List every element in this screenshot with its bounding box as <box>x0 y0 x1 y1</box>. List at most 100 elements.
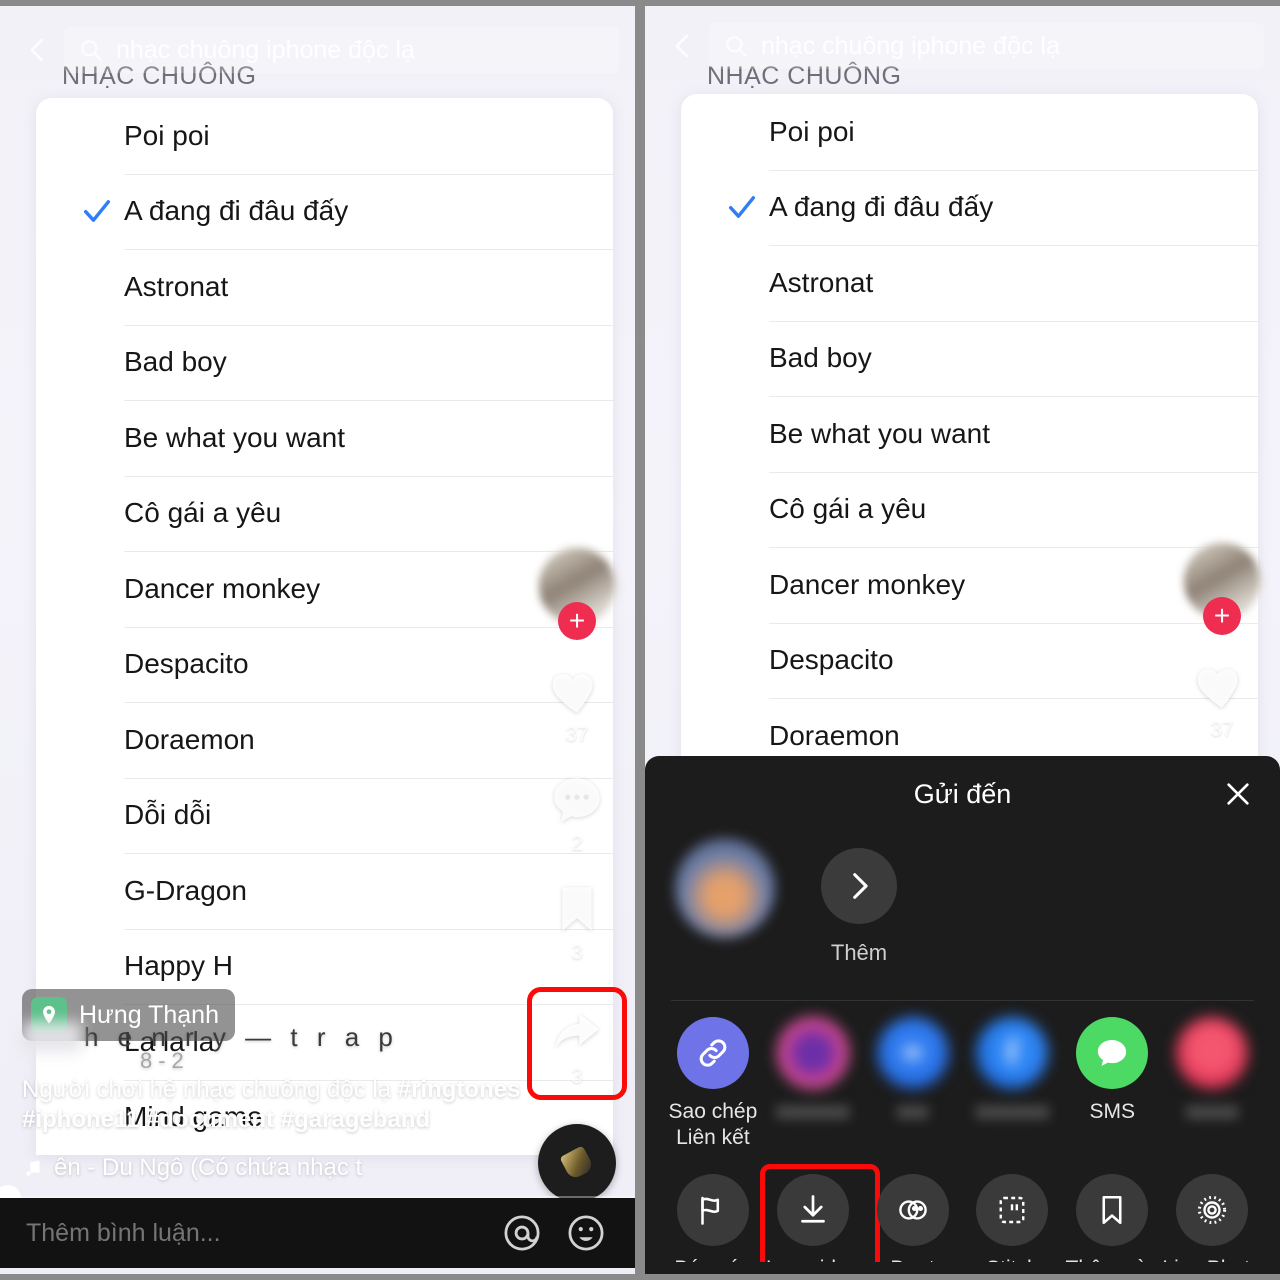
back-button[interactable] <box>661 24 705 68</box>
ringtone-row[interactable]: Poi poi <box>36 98 613 174</box>
video-caption-block: xxxxh e n r y — t r a p 8-2 Người chơi h… <box>22 1021 542 1182</box>
sms-icon <box>1076 1017 1149 1089</box>
ringtone-row[interactable]: Be what you want <box>681 396 1258 472</box>
author-avatar-wrapper[interactable]: + <box>1182 541 1262 635</box>
share-app-sms[interactable]: SMS <box>1062 1017 1162 1152</box>
ringtone-row[interactable]: Dỗi dỗi <box>36 777 613 854</box>
comment-icon <box>546 769 608 831</box>
share-apps-row: Sao chép Liên kết xxxxxxx ✉ xxx f xxxxxx… <box>645 1001 1280 1152</box>
mention-icon[interactable] <box>499 1210 545 1256</box>
ringtone-row[interactable]: A đang đi đâu đấy <box>681 169 1258 246</box>
ringtone-row[interactable]: Bad boy <box>36 324 613 401</box>
ringtone-label: Astronat <box>769 266 874 298</box>
share-actions-row: Báo cáo Lưu video Duet <box>645 1152 1280 1274</box>
ringtone-row[interactable]: Astronat <box>36 249 613 325</box>
ringtone-label: Cô gái a yêu <box>124 497 282 529</box>
emoji-icon[interactable] <box>563 1210 609 1256</box>
action-stitch[interactable]: Stitch <box>962 1173 1062 1274</box>
ringtone-row[interactable]: Cô gái a yêu <box>681 471 1258 548</box>
comment-count: 2 <box>571 832 583 855</box>
share-button[interactable]: 3 <box>527 987 627 1100</box>
author-username[interactable]: xxxxh e n r y — t r a p 8-2 <box>22 1021 542 1073</box>
like-button[interactable]: 37 <box>546 660 608 747</box>
ringtone-row[interactable]: Astronat <box>681 245 1258 321</box>
action-save-video[interactable]: Lưu video <box>759 1163 880 1274</box>
ringtone-row[interactable]: Despacito <box>681 622 1258 699</box>
label-line-2: Liên kết <box>676 1126 750 1150</box>
action-live-photo[interactable]: Live Photo <box>1162 1173 1262 1274</box>
comment-button[interactable]: 2 <box>546 769 608 856</box>
follow-plus-icon[interactable]: + <box>558 602 596 640</box>
back-button[interactable] <box>16 28 60 72</box>
screenshot-stage: NHẠC CHUÔNG Poi poi A đang đi đâu đấy As… <box>0 0 1280 1280</box>
ringtone-row[interactable]: Dancer monkey <box>36 551 613 627</box>
like-button[interactable]: 37 <box>1191 655 1253 742</box>
more-friends-label: Thêm <box>830 940 888 965</box>
share-sheet-title: Gửi đến <box>913 778 1012 809</box>
search-icon <box>78 37 104 63</box>
follow-plus-icon[interactable]: + <box>1203 597 1241 635</box>
caption-line-2[interactable]: #iphone11 #document #garageband <box>22 1106 430 1133</box>
ringtone-label: Dancer monkey <box>769 568 966 600</box>
share-sheet: Gửi đến Thêm Sao chép Liên kết xxxxxxx ✉… <box>645 756 1280 1274</box>
search-bar[interactable]: nhạc chuông iphone độc lạ <box>709 23 1264 69</box>
ringtone-list-right[interactable]: Poi poi A đang đi đâu đấy Astronat Bad b… <box>681 94 1258 774</box>
close-icon[interactable] <box>1218 774 1258 814</box>
comment-input[interactable] <box>26 1218 481 1248</box>
share-app-label: xxxxxxx <box>775 1100 850 1123</box>
sheet-bottom-strip <box>645 1262 1280 1274</box>
like-count: 37 <box>1210 718 1234 741</box>
instagram-icon <box>776 1017 849 1089</box>
ringtone-row[interactable]: Doraemon <box>36 702 613 778</box>
share-app-label: xxxxxxx <box>975 1100 1050 1123</box>
download-icon <box>776 1173 849 1246</box>
stitch-icon <box>976 1173 1049 1246</box>
share-app-label: xxxxx <box>1185 1100 1239 1123</box>
music-disc-icon[interactable] <box>538 1124 616 1202</box>
more-friends-button[interactable]: Thêm <box>805 838 913 965</box>
music-credit[interactable]: ên - Du Ngô (Có chứa nhạc t <box>22 1154 542 1182</box>
ringtone-row[interactable]: Dancer monkey <box>681 547 1258 623</box>
share-app-messenger[interactable]: ✉ xxx <box>863 1017 963 1152</box>
ringtone-row[interactable]: A đang đi đâu đấy <box>36 173 613 250</box>
ringtone-row[interactable]: Despacito <box>36 626 613 703</box>
check-icon <box>725 190 759 224</box>
share-arrow-icon <box>546 1002 608 1064</box>
video-action-rail: + 37 <box>1180 541 1264 764</box>
ringtone-label: Astronat <box>124 270 229 302</box>
friend-avatar[interactable] <box>675 838 775 938</box>
ringtone-row[interactable]: Cô gái a yêu <box>36 475 613 552</box>
ringtone-row[interactable]: Bad boy <box>681 320 1258 397</box>
ringtone-label: Be what you want <box>769 417 991 449</box>
post-date: 8-2 <box>140 1047 190 1073</box>
ringtone-label: Poi poi <box>124 119 210 151</box>
search-input[interactable]: nhạc chuông iphone độc lạ <box>761 32 1060 61</box>
ringtone-row[interactable]: Be what you want <box>36 400 613 476</box>
duet-icon <box>876 1173 949 1246</box>
share-app-facebook[interactable]: f xxxxxxx <box>962 1017 1062 1152</box>
ringtone-row[interactable]: G-Dragon <box>36 853 613 929</box>
chevron-right-icon[interactable] <box>821 848 897 924</box>
ringtone-label: Happy H <box>124 950 233 982</box>
caption-hashtag-1[interactable]: #ringtones <box>398 1076 521 1103</box>
action-duet[interactable]: Duet <box>863 1173 963 1274</box>
caption-line-1: Người chơi hệ nhạc chuông độc lạ <box>22 1075 398 1103</box>
share-app-copy-link[interactable]: Sao chép Liên kết <box>663 1017 763 1152</box>
author-avatar-wrapper[interactable]: + <box>537 546 617 640</box>
friend-item[interactable] <box>671 838 779 950</box>
share-app-other[interactable]: xxxxx <box>1162 1017 1262 1152</box>
ringtone-label: A đang đi đâu đấy <box>769 191 994 223</box>
search-bar[interactable]: nhạc chuông iphone độc lạ <box>64 27 619 73</box>
caption-text: Người chơi hệ nhạc chuông độc lạ #ringto… <box>22 1075 542 1136</box>
search-input[interactable]: nhạc chuông iphone độc lạ <box>116 36 415 65</box>
share-app-instagram[interactable]: xxxxxxx <box>763 1017 863 1152</box>
ringtone-row[interactable]: Poi poi <box>681 94 1258 170</box>
favorite-button[interactable]: 3 <box>546 878 608 965</box>
ringtone-label: Despacito <box>124 648 249 680</box>
share-sheet-header: Gửi đến <box>645 756 1280 832</box>
check-icon <box>80 194 114 228</box>
action-report[interactable]: Báo cáo <box>663 1173 763 1274</box>
flag-icon <box>676 1173 749 1246</box>
action-add-favorite[interactable]: Thêm vàoYêu thích <box>1062 1173 1162 1274</box>
ringtone-label: Poi poi <box>769 115 855 147</box>
